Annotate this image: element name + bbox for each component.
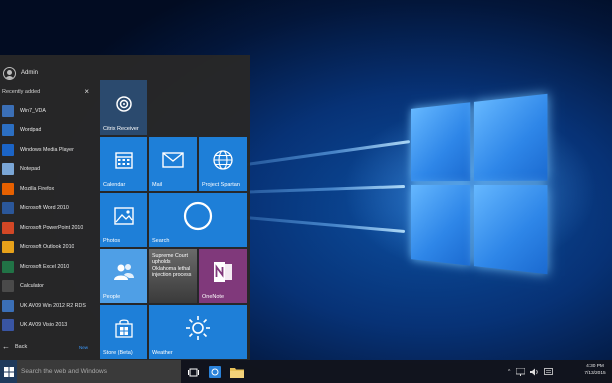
tile-label: OneNote xyxy=(202,294,225,300)
app-list: Win7_VDA Wordpad Windows Media Player Notep… xyxy=(0,101,98,335)
notepad-icon xyxy=(2,163,14,176)
tile-photos[interactable]: Photos xyxy=(100,193,147,247)
tile-label: People xyxy=(103,294,121,300)
user-account[interactable]: Admin xyxy=(0,64,98,82)
tile-label: Citrix Receiver xyxy=(103,126,139,132)
clock-time: 4:30 PM xyxy=(586,364,604,369)
citrix-icon xyxy=(100,80,147,127)
tile-weather[interactable]: Weather xyxy=(149,305,247,359)
app-list-item[interactable]: Wordpad xyxy=(0,121,98,141)
mail-icon xyxy=(149,137,197,183)
word-icon xyxy=(2,202,14,215)
calendar-icon xyxy=(100,137,147,183)
network-icon[interactable] xyxy=(516,367,526,376)
app-list-item[interactable]: UK AV09 Win 2012 R2 RDS xyxy=(0,296,98,316)
onenote-icon xyxy=(199,249,247,295)
app-list-item[interactable]: Microsoft Excel 2010 xyxy=(0,257,98,277)
remote-desktop-icon xyxy=(2,299,14,312)
tile-citrix-receiver[interactable]: Citrix Receiver xyxy=(100,80,147,135)
tile-store[interactable]: Store (Beta) xyxy=(100,305,147,359)
tile-label: Project Spartan xyxy=(202,182,240,188)
app-label: Calculator xyxy=(20,283,44,290)
app-label: Wordpad xyxy=(20,127,42,134)
app-list-item[interactable]: Microsoft Outlook 2010 xyxy=(0,238,98,258)
media-player-icon xyxy=(2,143,14,156)
app-list-item[interactable]: Microsoft Word 2010 xyxy=(0,199,98,219)
clock-date: 7/13/2015 xyxy=(584,371,606,376)
app-label: Mozilla Firefox xyxy=(20,185,55,192)
cortana-icon xyxy=(149,193,247,239)
wordpad-icon xyxy=(2,124,14,137)
file-explorer-icon[interactable] xyxy=(229,364,245,380)
avatar xyxy=(3,66,16,80)
outlook-icon xyxy=(2,241,14,254)
recently-added-label: Recently added xyxy=(2,89,41,95)
back-arrow-icon: ← xyxy=(2,342,10,351)
volume-icon[interactable] xyxy=(530,368,539,376)
chevron-up-icon[interactable]: ^ xyxy=(508,369,510,375)
tile-label: Search xyxy=(152,238,170,244)
task-view-icon[interactable] xyxy=(185,364,201,380)
new-badge: New xyxy=(78,344,88,350)
taskbar: Search the web and Windows ^ 4:30 PM 7/1… xyxy=(0,360,612,383)
app-label: Win7_VDA xyxy=(20,107,46,114)
search-placeholder: Search the web and Windows xyxy=(21,368,107,375)
app-list-item[interactable]: Windows Media Player xyxy=(0,140,98,160)
calculator-icon xyxy=(2,280,14,293)
tile-label: Photos xyxy=(103,238,121,244)
system-tray: ^ xyxy=(508,360,554,383)
sun-icon xyxy=(149,305,247,351)
app-list-item[interactable]: Mozilla Firefox xyxy=(0,179,98,199)
photos-icon xyxy=(100,193,147,239)
people-icon xyxy=(100,249,147,295)
citrix-taskbar-icon[interactable] xyxy=(207,364,223,380)
firefox-icon xyxy=(2,182,14,195)
news-headline: Supreme Court upholds Oklahoma lethal in… xyxy=(152,253,192,279)
taskbar-clock[interactable]: 4:30 PM 7/13/2015 xyxy=(578,363,612,377)
remote-desktop-icon xyxy=(2,104,14,117)
back-button[interactable]: ← Back New xyxy=(0,340,98,354)
store-icon xyxy=(100,305,147,351)
start-menu: Admin Recently added × Win7_VDA Wordpad Wi… xyxy=(0,55,250,360)
visio-icon xyxy=(2,319,14,332)
app-label: Microsoft Outlook 2010 xyxy=(20,244,75,251)
tile-people[interactable]: People xyxy=(100,249,147,303)
powerpoint-icon xyxy=(2,221,14,234)
tile-search[interactable]: Search xyxy=(149,193,247,247)
taskbar-search-box[interactable]: Search the web and Windows xyxy=(17,360,181,383)
app-label: Microsoft Word 2010 xyxy=(20,205,69,212)
app-label: Microsoft Excel 2010 xyxy=(20,263,70,270)
app-label: Notepad xyxy=(20,166,41,173)
tile-mail[interactable]: Mail xyxy=(149,137,197,191)
globe-icon xyxy=(199,137,247,183)
app-label: Microsoft PowerPoint 2010 xyxy=(20,224,84,231)
start-button[interactable] xyxy=(0,360,17,383)
tile-label: Mail xyxy=(152,182,163,188)
app-label: Windows Media Player xyxy=(20,146,74,153)
tile-label: Store (Beta) xyxy=(103,350,133,356)
tile-project-spartan[interactable]: Project Spartan xyxy=(199,137,247,191)
user-name: Admin xyxy=(21,70,39,76)
tile-label: Calendar xyxy=(103,182,126,188)
app-list-item[interactable]: Microsoft PowerPoint 2010 xyxy=(0,218,98,238)
close-icon[interactable]: × xyxy=(84,88,89,96)
tile-calendar[interactable]: Calendar xyxy=(100,137,147,191)
recently-added-header: Recently added × xyxy=(0,86,98,98)
windows-logo-wallpaper xyxy=(410,93,548,275)
start-menu-left-column: Admin Recently added × Win7_VDA Wordpad Wi… xyxy=(0,55,98,360)
back-label: Back xyxy=(15,344,28,350)
tile-news[interactable]: Supreme Court upholds Oklahoma lethal in… xyxy=(149,249,197,303)
app-label: UK AV09 Win 2012 R2 RDS xyxy=(20,302,86,309)
tile-onenote[interactable]: OneNote xyxy=(199,249,247,303)
action-center-icon[interactable] xyxy=(544,367,554,376)
app-list-item[interactable]: Calculator xyxy=(0,277,98,297)
tile-label: Weather xyxy=(152,350,173,356)
windows-start-icon xyxy=(3,366,14,377)
app-list-item[interactable]: UK AV09 Visio 2013 xyxy=(0,316,98,336)
app-list-item[interactable]: Win7_VDA xyxy=(0,101,98,121)
app-list-item[interactable]: Notepad xyxy=(0,160,98,180)
excel-icon xyxy=(2,260,14,273)
app-label: UK AV09 Visio 2013 xyxy=(20,322,68,329)
